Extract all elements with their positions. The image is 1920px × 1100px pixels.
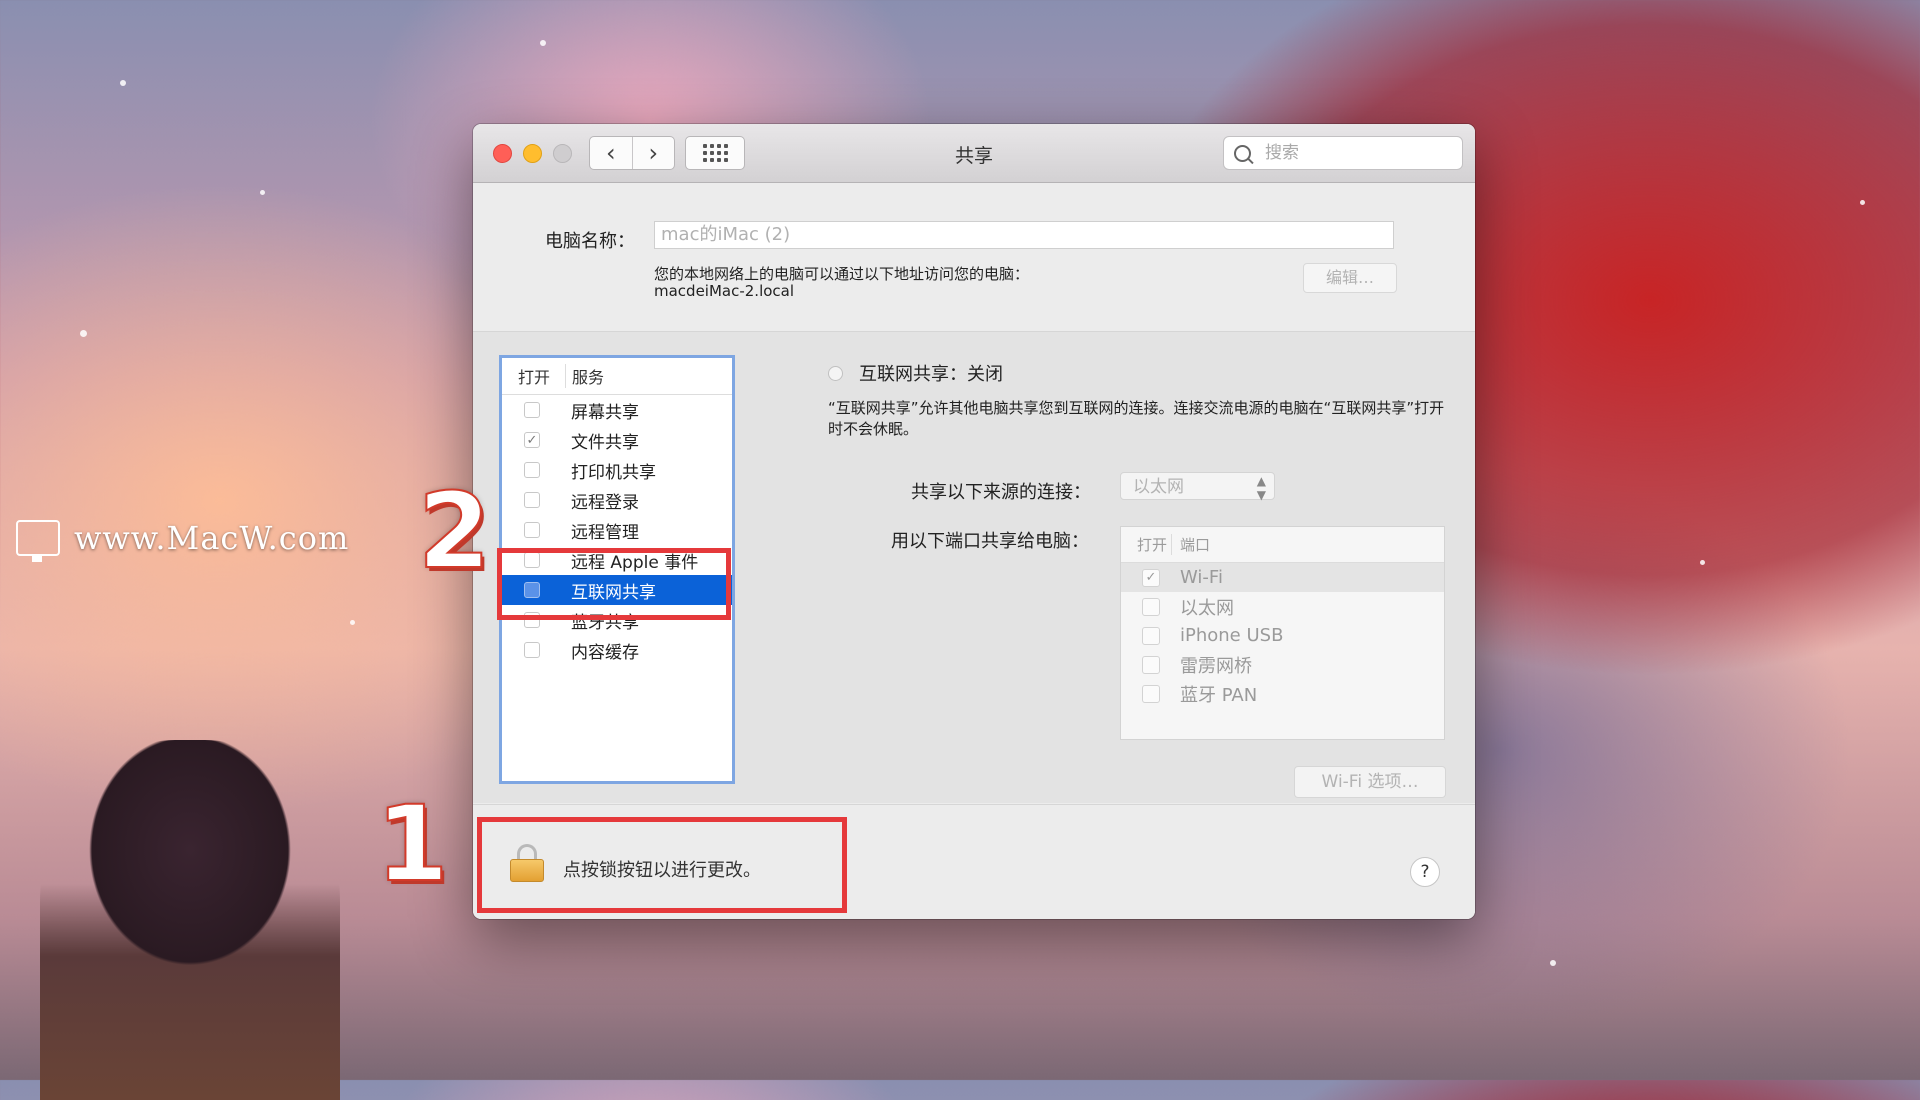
service-row[interactable]: 远程登录 bbox=[502, 485, 732, 515]
service-row[interactable]: ✓ 文件共享 bbox=[502, 425, 732, 455]
service-label: 远程管理 bbox=[571, 522, 639, 543]
service-label: 文件共享 bbox=[571, 432, 639, 453]
updown-chevron-icon: ▲ ▼ bbox=[1256, 474, 1266, 502]
port-label: 蓝牙 PAN bbox=[1180, 684, 1258, 706]
search-field[interactable] bbox=[1223, 136, 1463, 170]
annotation-box-2 bbox=[497, 548, 731, 620]
local-hostname: macdeiMac-2.local bbox=[654, 282, 795, 300]
source-connection-value: 以太网 bbox=[1133, 477, 1184, 497]
computer-name-section: 电脑名称： mac的iMac (2) 您的本地网络上的电脑可以通过以下地址访问您… bbox=[473, 183, 1475, 332]
service-label: 远程登录 bbox=[571, 492, 639, 513]
service-checkbox[interactable] bbox=[524, 492, 540, 508]
computer-name-label: 电脑名称： bbox=[545, 231, 635, 252]
service-checkbox[interactable] bbox=[524, 642, 540, 658]
snow-flake bbox=[120, 80, 126, 86]
port-row[interactable]: 蓝牙 PAN bbox=[1121, 679, 1444, 708]
ports-column-on: 打开 bbox=[1121, 534, 1172, 555]
service-checkbox[interactable] bbox=[524, 522, 540, 538]
source-connection-label: 共享以下来源的连接： bbox=[911, 482, 1091, 503]
service-row[interactable]: 打印机共享 bbox=[502, 455, 732, 485]
service-checkbox[interactable] bbox=[524, 402, 540, 418]
wifi-options-button[interactable]: Wi-Fi 选项… bbox=[1294, 766, 1446, 798]
services-header: 打开 服务 bbox=[502, 358, 732, 395]
port-checkbox[interactable] bbox=[1142, 655, 1160, 674]
snow-flake bbox=[260, 190, 265, 195]
snow-flake bbox=[540, 40, 546, 46]
service-label: 打印机共享 bbox=[571, 462, 656, 483]
computer-name-description: 您的本地网络上的电脑可以通过以下地址访问您的电脑： bbox=[654, 265, 1030, 283]
ports-column-port: 端口 bbox=[1180, 536, 1211, 554]
snow-flake bbox=[1700, 560, 1705, 565]
port-label: iPhone USB bbox=[1180, 625, 1284, 646]
ports-header: 打开 端口 bbox=[1121, 527, 1444, 563]
port-label: 雷雳网桥 bbox=[1180, 655, 1252, 677]
title-bar: ‹ › 共享 bbox=[473, 124, 1475, 183]
snow-flake bbox=[350, 620, 355, 625]
port-checkbox[interactable] bbox=[1142, 597, 1160, 616]
port-label: 以太网 bbox=[1180, 597, 1234, 619]
port-row[interactable]: 以太网 bbox=[1121, 592, 1444, 621]
port-row[interactable]: 雷雳网桥 bbox=[1121, 650, 1444, 679]
snow-flake bbox=[1550, 960, 1556, 966]
source-connection-select[interactable]: 以太网 ▲ ▼ bbox=[1120, 472, 1275, 502]
annotation-number-1: 1 bbox=[375, 782, 449, 906]
status-indicator-icon bbox=[828, 365, 843, 381]
help-button[interactable]: ? bbox=[1410, 857, 1440, 887]
annotation-number-2: 2 bbox=[417, 469, 491, 593]
search-icon bbox=[1234, 144, 1251, 162]
column-header-on[interactable]: 打开 bbox=[502, 364, 566, 388]
edit-button[interactable]: 编辑… bbox=[1303, 263, 1397, 293]
service-row[interactable]: 内容缓存 bbox=[502, 635, 732, 665]
sharing-preferences-window: ‹ › 共享 电脑名称： mac的iMac (2) 您的本地网络上的电脑可以通过… bbox=[473, 124, 1475, 919]
status-title: 互联网共享：关闭 bbox=[859, 364, 1003, 385]
service-label: 屏幕共享 bbox=[571, 402, 639, 423]
background-figure bbox=[40, 740, 340, 1100]
port-checkbox[interactable] bbox=[1142, 684, 1160, 703]
service-row[interactable]: 屏幕共享 bbox=[502, 395, 732, 425]
port-row[interactable]: ✓ Wi-Fi bbox=[1121, 563, 1444, 592]
watermark-text: www.MacW.com bbox=[74, 519, 350, 557]
service-checkbox[interactable] bbox=[524, 462, 540, 478]
ports-label: 用以下端口共享给电脑： bbox=[891, 531, 1089, 552]
service-checkbox[interactable]: ✓ bbox=[524, 432, 540, 448]
computer-name-field[interactable]: mac的iMac (2) bbox=[654, 221, 1394, 249]
service-description: “互联网共享”允许其他电脑共享您到互联网的连接。连接交流电源的电脑在“互联网共享… bbox=[828, 399, 1445, 438]
service-row[interactable]: 远程管理 bbox=[502, 515, 732, 545]
annotation-box-1 bbox=[477, 817, 847, 913]
watermark: www.MacW.com bbox=[16, 518, 350, 562]
service-label: 内容缓存 bbox=[571, 642, 639, 663]
snow-flake bbox=[1860, 200, 1865, 205]
column-header-service[interactable]: 服务 bbox=[566, 364, 604, 388]
internet-sharing-status: 互联网共享：关闭 bbox=[828, 360, 1003, 386]
port-label: Wi-Fi bbox=[1180, 567, 1223, 588]
port-checkbox[interactable]: ✓ bbox=[1142, 568, 1160, 587]
port-row[interactable]: iPhone USB bbox=[1121, 621, 1444, 650]
monitor-logo-icon bbox=[16, 520, 60, 562]
port-checkbox[interactable] bbox=[1142, 626, 1160, 645]
ports-table: 打开 端口 ✓ Wi-Fi 以太网 iPhone USB 雷雳网桥蓝牙 PAN bbox=[1120, 526, 1445, 740]
search-input[interactable] bbox=[1263, 142, 1447, 164]
snow-flake bbox=[80, 330, 87, 337]
